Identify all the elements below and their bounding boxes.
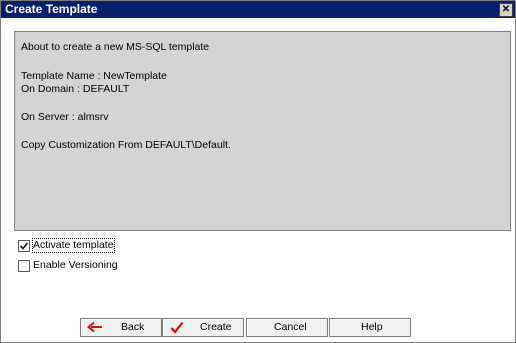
arrow-left-icon xyxy=(86,321,102,333)
enable-versioning-checkbox[interactable] xyxy=(18,260,30,272)
create-template-dialog: Create Template ✕ About to create a new … xyxy=(0,0,516,343)
title-bar[interactable]: Create Template ✕ xyxy=(1,1,515,18)
summary-server: On Server : almsrv xyxy=(21,111,109,123)
cancel-button[interactable]: Cancel xyxy=(246,318,328,337)
activate-template-checkbox[interactable] xyxy=(18,240,30,252)
summary-intro: About to create a new MS-SQL template xyxy=(21,41,210,53)
activate-template-label[interactable]: Activate template xyxy=(32,238,115,253)
checkmark-icon xyxy=(19,242,29,250)
summary-template-name: Template Name : NewTemplate xyxy=(21,70,167,82)
help-button[interactable]: Help xyxy=(329,318,411,337)
enable-versioning-label[interactable]: Enable Versioning xyxy=(33,259,118,272)
create-button[interactable]: Create xyxy=(162,318,244,337)
help-label: Help xyxy=(361,321,383,333)
back-label: Back xyxy=(121,321,145,333)
dialog-title: Create Template xyxy=(5,2,98,16)
create-label: Create xyxy=(200,321,232,333)
summary-customization: Copy Customization From DEFAULT\Default. xyxy=(21,139,231,151)
summary-panel: About to create a new MS-SQL template Te… xyxy=(14,31,511,231)
checkmark-icon xyxy=(170,321,184,334)
back-button[interactable]: Back xyxy=(80,318,162,337)
close-icon[interactable]: ✕ xyxy=(499,3,513,17)
summary-domain: On Domain : DEFAULT xyxy=(21,83,130,95)
cancel-label: Cancel xyxy=(274,321,307,333)
